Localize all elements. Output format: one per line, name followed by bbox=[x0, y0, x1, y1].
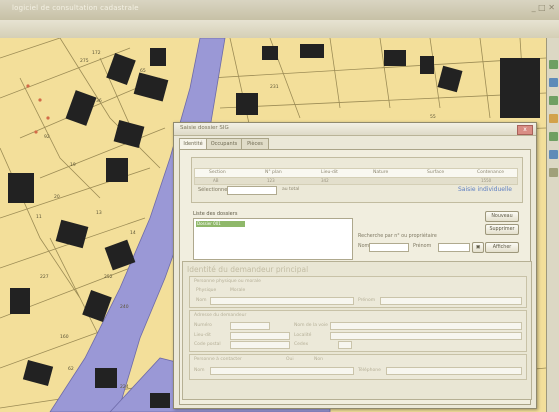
column-header: Surface bbox=[427, 170, 445, 175]
code-postal-label: Code postal bbox=[194, 342, 221, 347]
list-label: Liste des dossiers bbox=[193, 211, 238, 217]
numero-label: Numéro bbox=[194, 323, 212, 328]
parcel-label: 55 bbox=[430, 114, 436, 120]
voie-label: Nom de la voie bbox=[294, 323, 328, 328]
table-cell: 123 bbox=[267, 178, 275, 183]
table-cell: 342 bbox=[321, 178, 329, 183]
pan-icon[interactable] bbox=[549, 96, 558, 105]
layer-icon[interactable] bbox=[549, 60, 558, 69]
subsection-title: Personne à contacter bbox=[194, 357, 242, 362]
radio-oui[interactable]: Oui bbox=[286, 357, 294, 362]
identity-section: Identité du demandeur principal Personne… bbox=[182, 261, 532, 400]
window-title: logiciel de consultation cadastrale bbox=[12, 4, 139, 12]
table-cell: AB bbox=[213, 178, 219, 183]
subsection-title: Personne physique ou morale bbox=[194, 279, 261, 284]
parcel-label: 65 bbox=[140, 68, 146, 74]
nom-input[interactable] bbox=[369, 243, 409, 252]
parcel-label: 252 bbox=[104, 274, 113, 280]
dialog-title: Saisie dossier SIG bbox=[180, 125, 229, 131]
print-icon[interactable] bbox=[549, 168, 558, 177]
close-button[interactable]: x bbox=[517, 125, 533, 135]
supprimer-button[interactable]: Supprimer bbox=[485, 224, 519, 235]
dossier-dialog: Saisie dossier SIG x Identité Occupants … bbox=[173, 122, 537, 409]
search-icon[interactable]: ▣ bbox=[472, 242, 484, 253]
telephone-label: Téléphone bbox=[358, 368, 381, 373]
radio-non[interactable]: Non bbox=[314, 357, 323, 362]
radio-physique[interactable]: Physique bbox=[196, 288, 216, 293]
nom-field[interactable] bbox=[210, 297, 354, 305]
nouveau-button[interactable]: Nouveau bbox=[485, 211, 519, 222]
toolbar bbox=[0, 20, 559, 39]
measure-icon[interactable] bbox=[549, 114, 558, 123]
column-header: Nature bbox=[373, 170, 389, 175]
parcel-label: 231 bbox=[270, 84, 279, 90]
dialog-title-bar: Saisie dossier SIG x bbox=[174, 123, 536, 136]
markers bbox=[26, 84, 50, 134]
parcel-label: 11 bbox=[36, 214, 42, 220]
localite-field[interactable] bbox=[330, 332, 522, 340]
telephone-field[interactable] bbox=[386, 367, 522, 375]
parcel-label: 172 bbox=[92, 50, 101, 56]
search-label: Recherche par n° ou propriétaire bbox=[358, 234, 437, 239]
parcel-label: 224 bbox=[120, 384, 129, 390]
window-controls[interactable]: _ □ ✕ bbox=[532, 3, 555, 12]
numero-field[interactable] bbox=[230, 322, 270, 330]
localite-label: Localité bbox=[294, 333, 312, 338]
identity-heading: Identité du demandeur principal bbox=[187, 265, 309, 274]
parcel-label: 160 bbox=[60, 334, 69, 340]
parcel-label: 20 bbox=[54, 194, 60, 200]
afficher-button[interactable]: Afficher bbox=[485, 242, 519, 253]
nom-field-label: Nom bbox=[196, 298, 207, 303]
subsection-address: Adresse du demandeur Numéro Nom de la vo… bbox=[189, 310, 527, 352]
parcel-label: 92 bbox=[44, 134, 50, 140]
parcel-label: 227 bbox=[40, 274, 49, 280]
cedex-field[interactable] bbox=[338, 341, 352, 349]
info-icon[interactable] bbox=[549, 132, 558, 141]
tab-pieces[interactable]: Pièces bbox=[241, 138, 269, 149]
parcel-label: 240 bbox=[120, 304, 129, 310]
select-label: Sélectionner bbox=[198, 187, 230, 193]
select-icon[interactable] bbox=[549, 150, 558, 159]
subsection-person: Personne physique ou morale Physique Mor… bbox=[189, 276, 527, 308]
select-count-label: au total bbox=[282, 187, 300, 192]
column-header: Contenance bbox=[477, 170, 504, 175]
column-header: N° plan bbox=[265, 170, 282, 175]
prenom-field[interactable] bbox=[380, 297, 522, 305]
dossier-list[interactable]: Dossier 001 bbox=[193, 218, 353, 260]
parcel-label: 62 bbox=[68, 366, 74, 372]
parcel-label: 36 bbox=[96, 98, 102, 104]
subsection-contact: Personne à contacter Oui Non Nom Télépho… bbox=[189, 354, 527, 380]
prenom-input[interactable] bbox=[438, 243, 470, 252]
column-header: Section bbox=[209, 170, 226, 175]
selection-row: Sélectionner au total Saisie individuell… bbox=[194, 186, 514, 196]
parcel-table-row[interactable]: AB 123 342 1550 bbox=[194, 177, 518, 185]
select-input[interactable] bbox=[227, 186, 277, 195]
radio-morale[interactable]: Morale bbox=[230, 288, 245, 293]
zoom-icon[interactable] bbox=[549, 78, 558, 87]
right-tool-strip bbox=[546, 38, 559, 412]
list-item-selected[interactable]: Dossier 001 bbox=[196, 221, 245, 227]
column-header: Lieu-dit bbox=[321, 170, 338, 175]
nom-label: Nom bbox=[358, 244, 370, 249]
contact-nom-label: Nom bbox=[194, 368, 205, 373]
code-postal-field[interactable] bbox=[230, 341, 290, 349]
contact-nom-field[interactable] bbox=[210, 367, 354, 375]
prenom-field-label: Prénom bbox=[358, 298, 376, 303]
parcel-label: 275 bbox=[80, 58, 89, 64]
tab-occupants[interactable]: Occupants bbox=[206, 138, 242, 149]
parcel-label: 14 bbox=[130, 230, 136, 236]
lieu-dit-field[interactable] bbox=[230, 332, 290, 340]
lieu-dit-label: Lieu-dit bbox=[194, 333, 211, 338]
parcel-label: 13 bbox=[96, 210, 102, 216]
table-cell: 1550 bbox=[481, 178, 492, 183]
app-window: logiciel de consultation cadastrale _ □ … bbox=[0, 0, 559, 412]
subsection-title: Adresse du demandeur bbox=[194, 313, 247, 318]
prenom-label: Prénom bbox=[413, 244, 432, 249]
saisie-individuelle-link[interactable]: Saisie individuelle bbox=[458, 186, 512, 193]
voie-field[interactable] bbox=[330, 322, 522, 330]
cedex-label: Cedex bbox=[294, 342, 309, 347]
title-bar: logiciel de consultation cadastrale _ □ … bbox=[0, 0, 559, 21]
parcel-label: 19 bbox=[70, 162, 76, 168]
